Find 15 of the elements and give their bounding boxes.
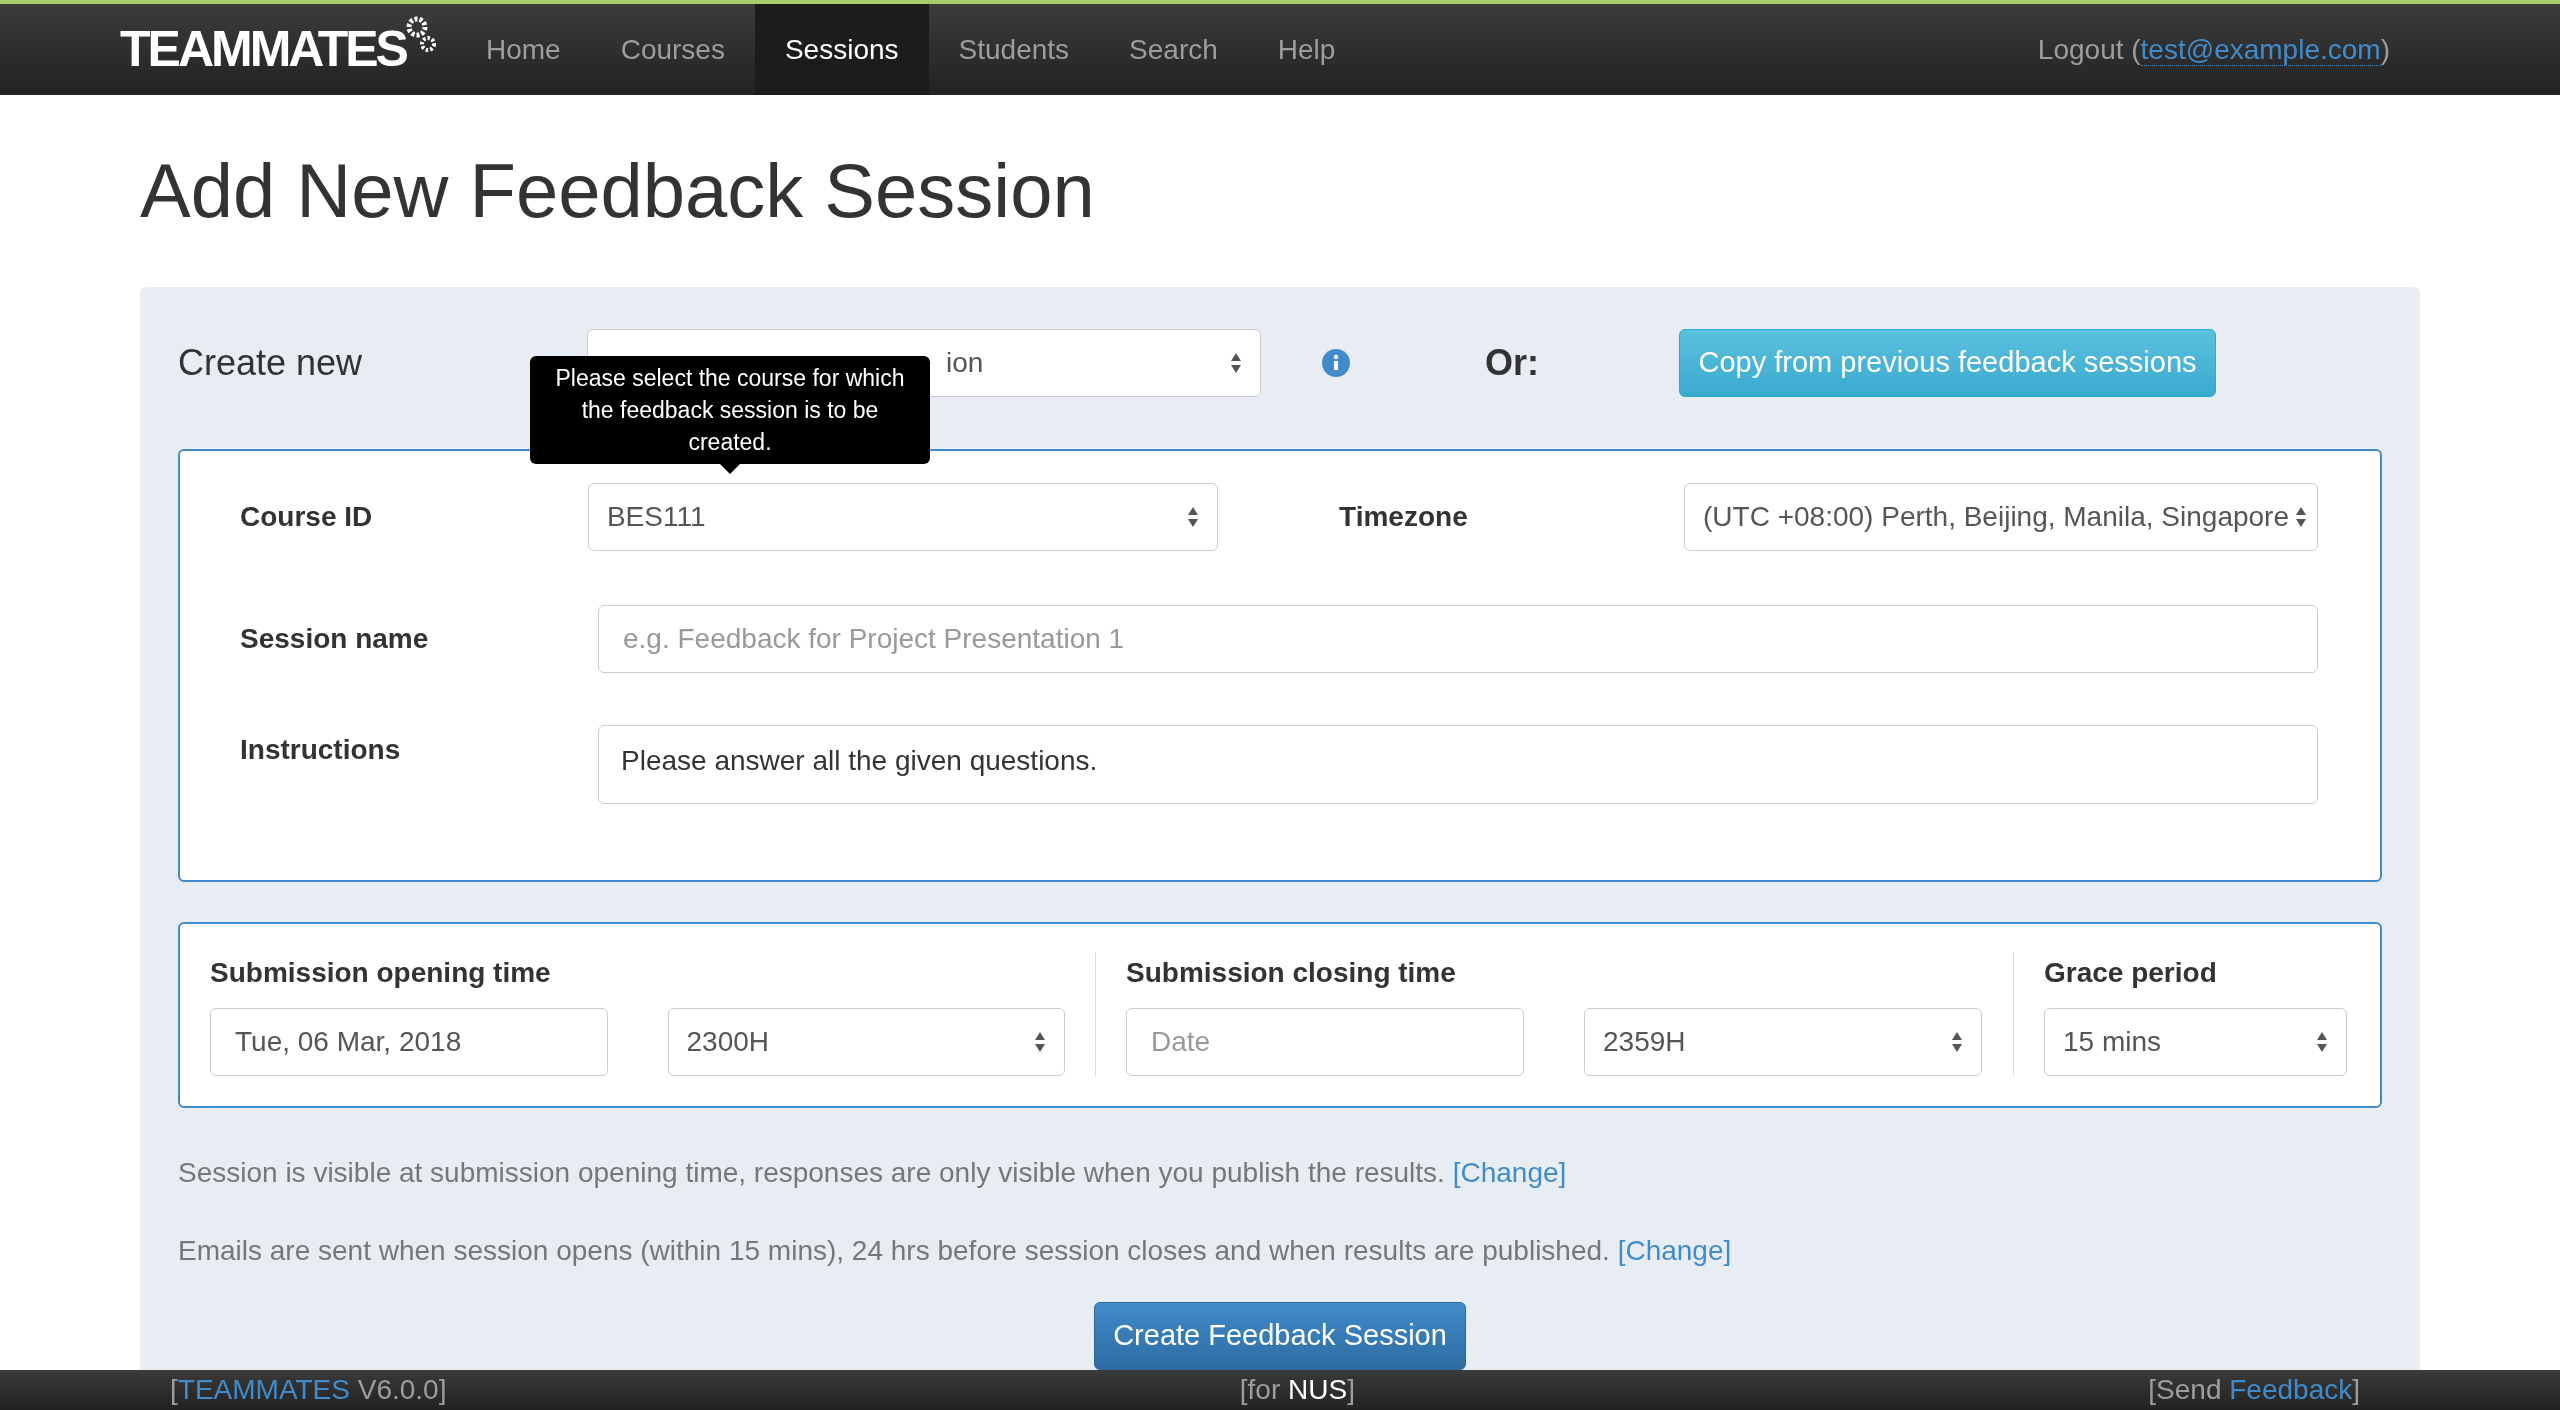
send-feedback-text: [Send Feedback] [2148,1373,2361,1407]
tooltip: Please select the course for which the feedback session is to be created. [530,356,930,464]
version-text: [TEAMMATES V6.0.0] [170,1373,447,1407]
institution-text: [for NUS] [1239,1373,1355,1407]
field-label: Course ID [240,500,374,534]
field-label: Session name [240,622,430,656]
info-note: Session is visible at submission opening time, responses are only visible when you publish the results. [Change] [178,1156,1568,1190]
field-label: Timezone [1339,500,1469,534]
field-label: Grace period [2044,956,2218,990]
field-label: Submission opening time [210,956,552,990]
field-label: Submission closing time [1126,956,1457,990]
info-note: Emails are sent when session opens (within 15 mins), 24 hrs before session closes and when results are published. [Change] [178,1234,1733,1268]
or-label: Or: [1485,341,1539,385]
page-title: Add New Feedback Session [140,153,1096,229]
field-label: Instructions [240,733,402,767]
